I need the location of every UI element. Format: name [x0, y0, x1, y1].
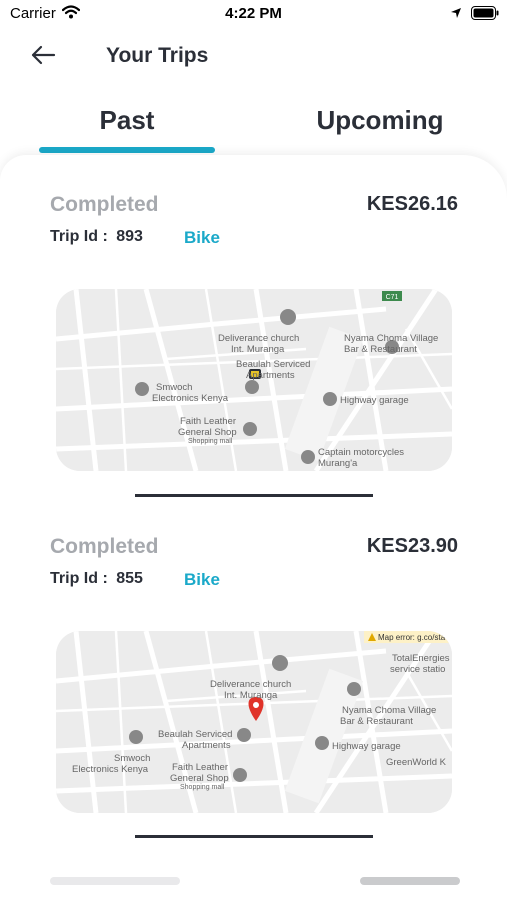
map-label-mall: Shopping mall: [188, 438, 233, 445]
map-label-church-1: Deliverance church: [210, 679, 291, 690]
status-bar: Carrier 4:22 PM: [0, 0, 507, 28]
battery-icon: [471, 6, 499, 25]
tab-upcoming[interactable]: Upcoming: [292, 98, 468, 154]
tab-upcoming-label: Upcoming: [316, 105, 444, 135]
trip-tabs: Past Upcoming: [0, 98, 507, 154]
map-label-faith-1: Faith Leather: [180, 416, 236, 427]
trip-divider: [135, 835, 373, 838]
location-arrow-icon: [450, 6, 462, 24]
trip-id: Trip Id : 855: [50, 570, 143, 588]
tab-past-label: Past: [99, 105, 155, 135]
clock-time: 4:22 PM: [225, 5, 282, 22]
map-label-apartments-1: Beaulah Serviced: [236, 359, 310, 370]
map-label-total-1: TotalEnergies: [392, 653, 450, 664]
trip-status-placeholder: [50, 877, 180, 885]
trip-id-value: 855: [116, 570, 143, 587]
map-error-banner: Map error: g.co/sta: [378, 633, 446, 642]
map-label-total-2: service statio: [390, 664, 445, 675]
trips-list[interactable]: Completed KES26.16 Trip Id : 893 Bike C7…: [0, 155, 507, 915]
map-label-church-2: Int. Muranga: [224, 690, 278, 701]
map-label-garage: Highway garage: [340, 395, 409, 406]
map-label-captain-1: Captain motorcycles: [318, 447, 404, 458]
trip-price: KES23.90: [366, 535, 458, 557]
trip-divider: [135, 494, 373, 497]
trip-id-label: Trip Id :: [50, 570, 108, 587]
map-label-mall: Shopping mall: [180, 784, 225, 791]
map-label-church-2: Int. Muranga: [231, 344, 285, 355]
page-title: Your Trips: [106, 44, 209, 67]
trip-route-map[interactable]: Map error: g.co/sta TotalEnergies servic…: [56, 631, 452, 813]
trip-price-placeholder: [360, 877, 460, 885]
map-label-church-1: Deliverance church: [218, 333, 299, 344]
map-label-captain-2: Murang'a: [318, 458, 358, 469]
map-label-smwoch-2: Electronics Kenya: [152, 393, 229, 404]
map-label-apartments-1: Beaulah Serviced: [158, 729, 232, 740]
map-label-smwoch-2: Electronics Kenya: [72, 764, 149, 775]
map-label-faith-1: Faith Leather: [172, 762, 228, 773]
trip-id: Trip Id : 893: [50, 228, 143, 246]
map-label-smwoch-1: Smwoch: [114, 753, 150, 764]
map-label-apartments-2: Apartments: [182, 740, 231, 751]
active-tab-indicator: [39, 147, 215, 153]
map-label-garage: Highway garage: [332, 741, 401, 752]
trip-status: Completed: [50, 193, 159, 216]
back-arrow-icon: [30, 45, 56, 70]
header: Your Trips: [0, 34, 507, 80]
map-label-greenworld: GreenWorld K: [386, 757, 447, 768]
map-label-nyama-2: Bar & Restaurant: [340, 716, 413, 727]
tab-past[interactable]: Past: [39, 98, 215, 154]
map-road-shield: C71: [386, 294, 399, 301]
trip-price: KES26.16: [366, 193, 458, 215]
trip-vehicle-type: Bike: [184, 570, 220, 589]
back-button[interactable]: [26, 42, 60, 72]
trip-status: Completed: [50, 535, 159, 558]
trip-id-value: 893: [116, 228, 143, 245]
map-label-apartments-2: Apartments: [246, 370, 295, 381]
map-label-smwoch-1: Smwoch: [156, 382, 192, 393]
map-label-nyama-1: Nyama Choma Village: [344, 333, 438, 344]
map-label-faith-2: General Shop: [170, 773, 229, 784]
map-label-nyama-1: Nyama Choma Village: [342, 705, 436, 716]
trip-card-partial[interactable]: [50, 877, 460, 891]
map-label-faith-2: General Shop: [178, 427, 237, 438]
trip-vehicle-type: Bike: [184, 228, 220, 247]
map-label-nyama-2: Bar & Restaurant: [344, 344, 417, 355]
trip-id-label: Trip Id :: [50, 228, 108, 245]
trip-route-map[interactable]: C71 Deliverance church Int. Muranga Beau…: [56, 289, 452, 471]
